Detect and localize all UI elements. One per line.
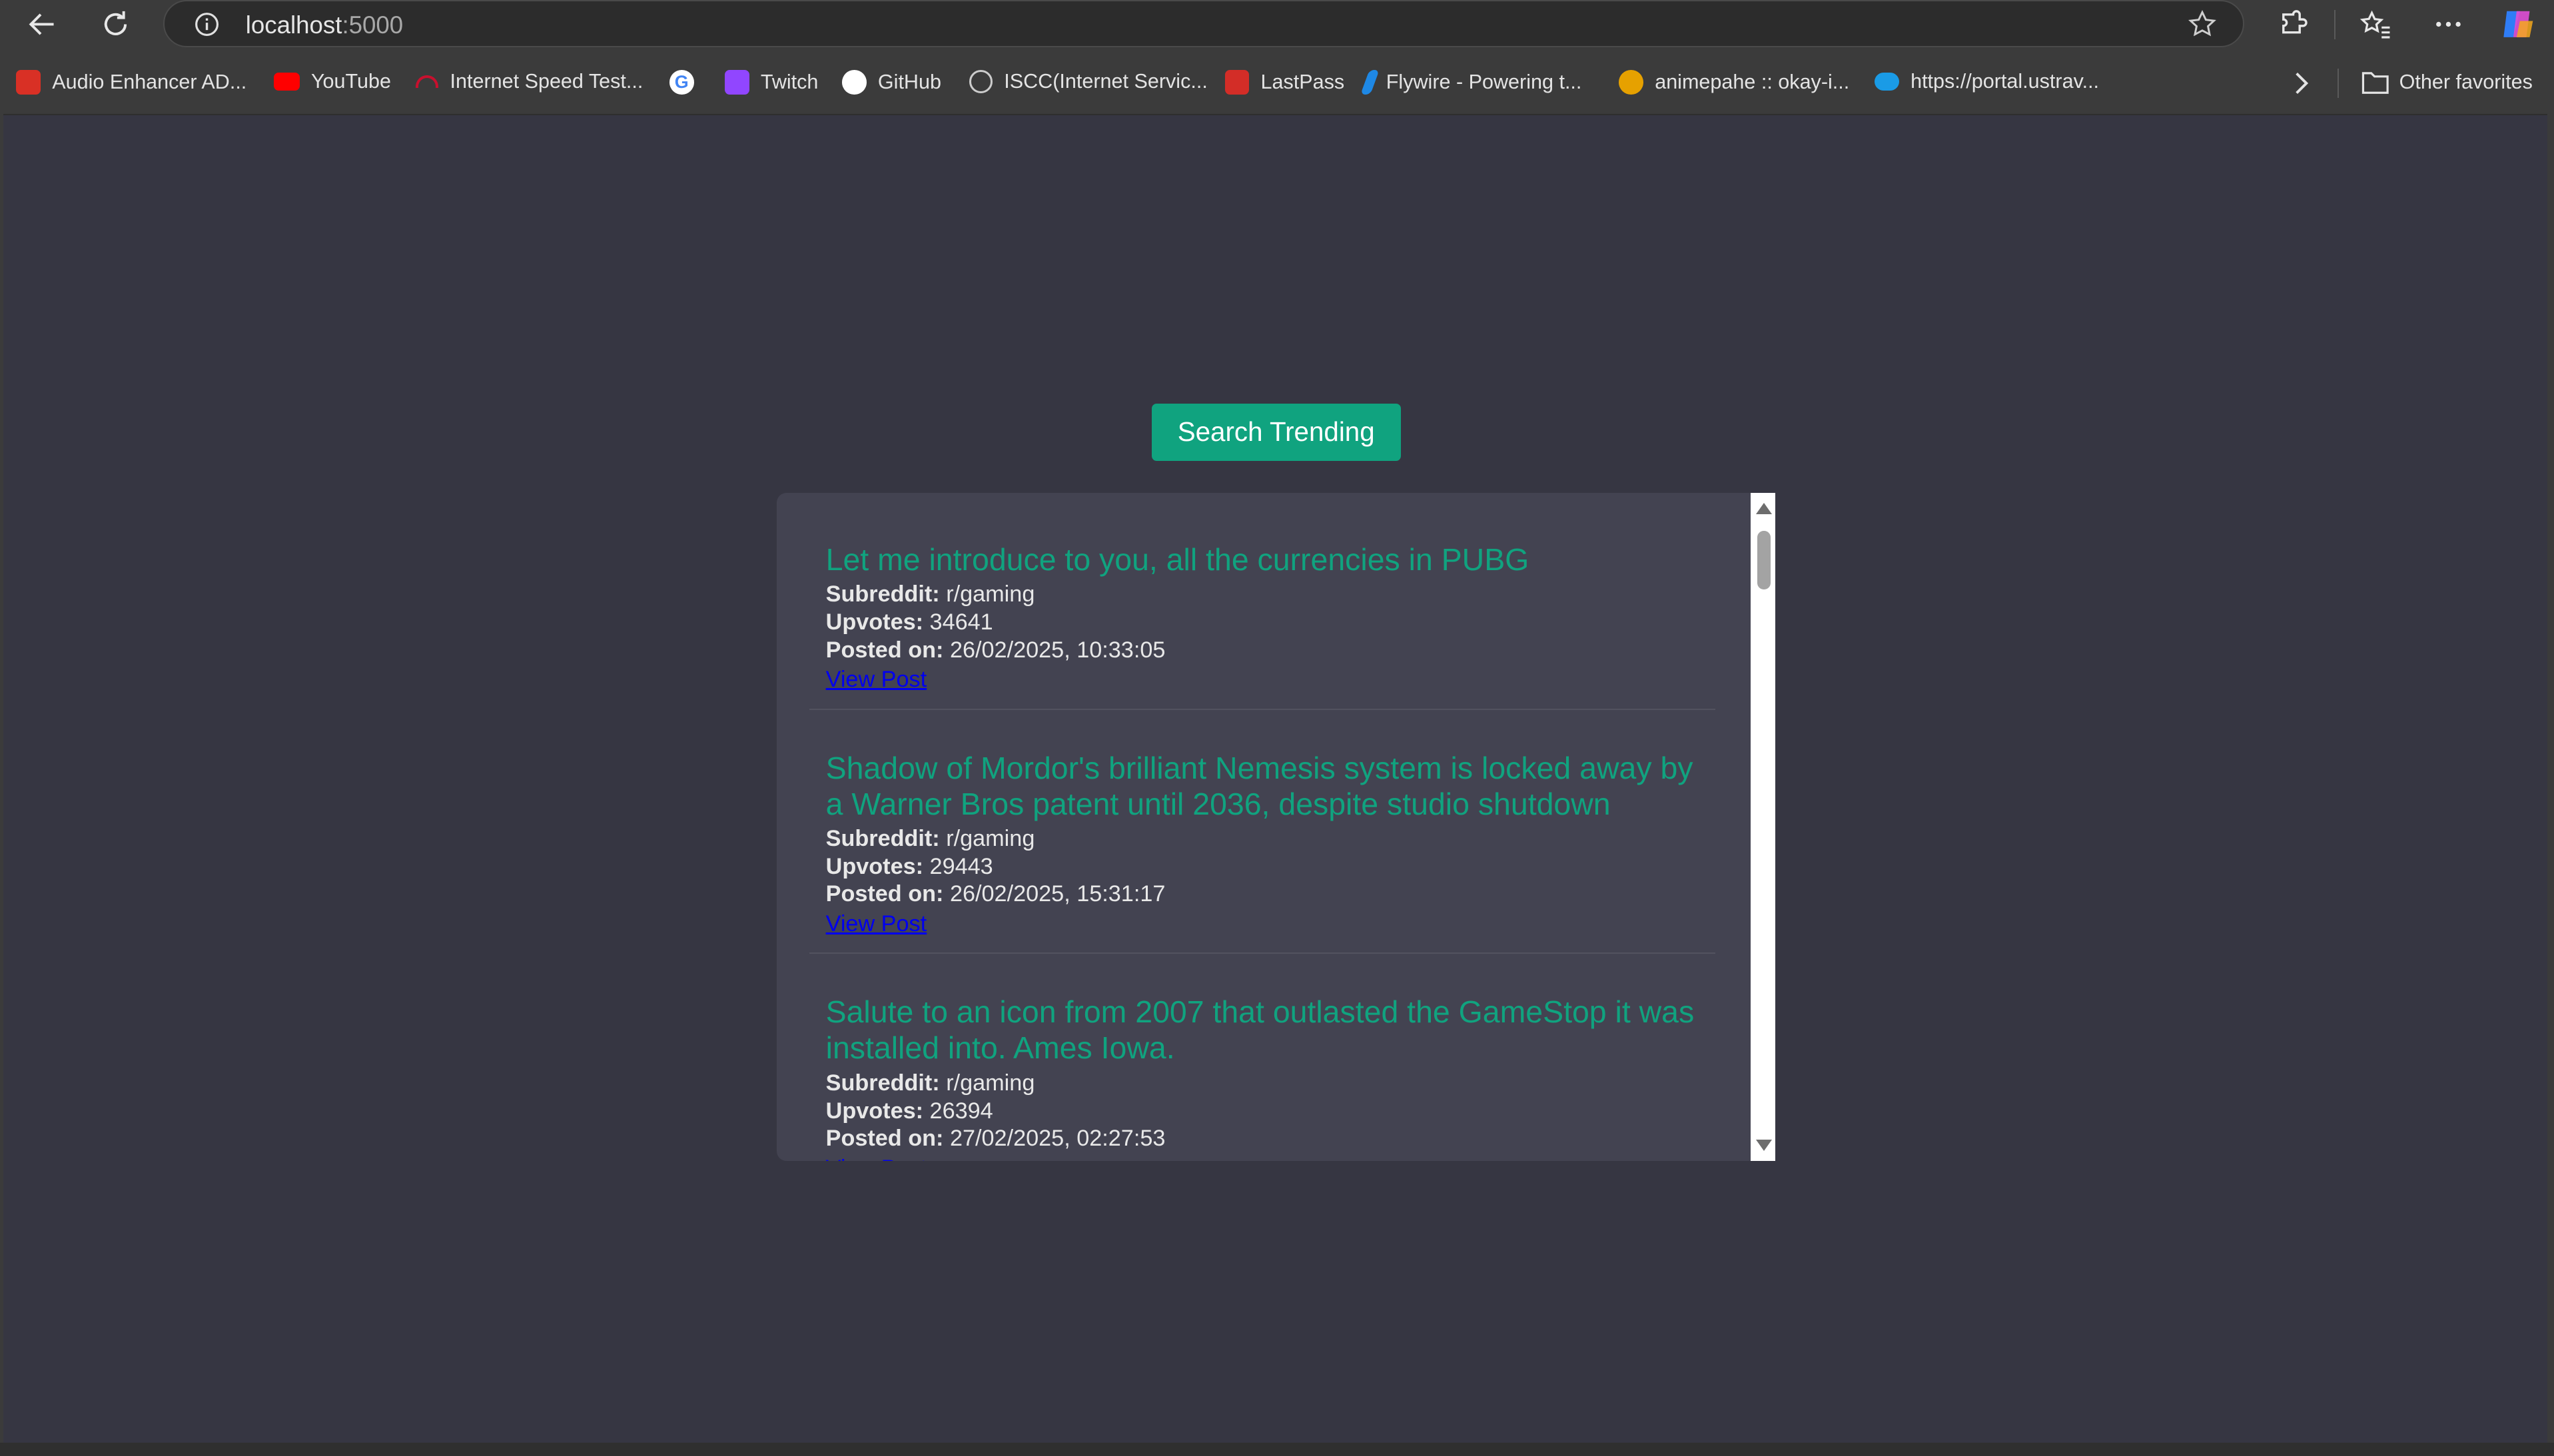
page-viewport: Search Trending Let me introduce to you,… [3, 114, 2548, 1445]
post-upvotes: Upvotes: 34641 [826, 609, 1699, 637]
favorites-icon[interactable] [2352, 3, 2397, 46]
bookmark-speed-test[interactable]: Internet Speed Test... [415, 70, 643, 93]
view-post-link[interactable]: View Post [826, 910, 927, 938]
posted-on-label: Posted on: [825, 637, 944, 663]
url-port: :5000 [342, 11, 404, 39]
post-subreddit: Subreddit: r/gaming [826, 825, 1699, 853]
youtube-icon [273, 73, 300, 91]
bookmark-google[interactable]: G [669, 70, 705, 95]
window-bottom-edge [0, 1443, 2554, 1456]
posted-on-value: 26/02/2025, 10:33:05 [949, 637, 1166, 663]
bookmarks-bar: Audio Enhancer AD... YouTube Internet Sp… [0, 62, 2554, 105]
post-upvotes: Upvotes: 29443 [826, 853, 1699, 881]
url-text: localhost:5000 [246, 11, 403, 39]
url-host: localhost [245, 11, 342, 39]
back-icon[interactable] [19, 3, 65, 46]
post-subreddit: Subreddit: r/gaming [826, 1070, 1699, 1098]
favorite-star-icon[interactable] [2188, 9, 2217, 39]
results-panel[interactable]: Let me introduce to you, all the currenc… [777, 493, 1774, 1161]
posted-on-value: 27/02/2025, 02:27:53 [949, 1126, 1166, 1152]
post-item: Let me introduce to you, all the currenc… [809, 542, 1715, 710]
post-item: Shadow of Mordor's brilliant Nemesis sys… [809, 751, 1715, 954]
view-post-link[interactable]: View Post [826, 666, 927, 694]
subreddit-value: r/gaming [946, 581, 1035, 607]
bookmark-animepahe[interactable]: animepahe :: okay-i... [1619, 70, 1849, 95]
more-menu-icon[interactable] [2425, 3, 2471, 46]
subreddit-value: r/gaming [946, 826, 1035, 852]
post-date: Posted on: 26/02/2025, 15:31:17 [826, 881, 1699, 909]
google-icon: G [669, 70, 694, 95]
site-info-icon[interactable] [194, 11, 220, 37]
subreddit-label: Subreddit: [825, 1070, 940, 1096]
upvotes-value: 26394 [929, 1098, 993, 1124]
results-scrollbar[interactable] [1751, 493, 1776, 1161]
lastpass-icon [1224, 70, 1250, 95]
bookmark-label: GitHub [877, 70, 941, 93]
extensions-icon[interactable] [2270, 3, 2316, 46]
bookmark-flywire[interactable]: Flywire - Powering t... [1360, 70, 1582, 95]
scroll-up-arrow-icon[interactable] [1755, 503, 1772, 515]
post-title: Shadow of Mordor's brilliant Nemesis sys… [825, 750, 1693, 821]
globe-icon [969, 70, 993, 94]
subreddit-value: r/gaming [946, 1070, 1035, 1096]
audio-enhancer-icon [16, 70, 41, 95]
view-post-link[interactable]: View Post [826, 1155, 927, 1161]
bookmark-label: animepahe :: okay-i... [1655, 70, 1850, 93]
bookmark-label: https://portal.ustrav... [1911, 70, 2100, 93]
chevron-right-icon[interactable] [2287, 69, 2316, 98]
posted-on-value: 26/02/2025, 15:31:17 [949, 881, 1166, 907]
copilot-icon[interactable] [2495, 3, 2541, 46]
bookmark-github[interactable]: GitHub [842, 70, 941, 95]
post-item: Salute to an icon from 2007 that outlast… [809, 994, 1715, 1160]
bookmark-twitch[interactable]: Twitch [725, 70, 818, 95]
upvotes-label: Upvotes: [825, 1098, 924, 1124]
search-trending-button[interactable]: Search Trending [1151, 403, 1401, 461]
animepahe-icon [1619, 70, 1644, 95]
subreddit-label: Subreddit: [825, 826, 940, 852]
other-favorites-label: Other favorites [2399, 70, 2533, 93]
bookmark-ustrav-portal[interactable]: https://portal.ustrav... [1875, 70, 2099, 93]
posted-on-label: Posted on: [825, 1126, 944, 1152]
scrollbar-thumb[interactable] [1757, 530, 1771, 589]
post-upvotes: Upvotes: 26394 [826, 1098, 1699, 1126]
post-date: Posted on: 26/02/2025, 10:33:05 [826, 637, 1699, 665]
bookmark-label: YouTube [310, 70, 392, 93]
other-favorites[interactable]: Other favorites [2361, 70, 2533, 95]
browser-toolbar: localhost:5000 [0, 0, 2554, 49]
address-bar[interactable]: localhost:5000 [163, 0, 2245, 47]
upvotes-label: Upvotes: [825, 853, 924, 879]
bookmark-label: Twitch [760, 70, 819, 93]
bookmark-label: LastPass [1260, 70, 1345, 93]
toolbar-divider [2334, 9, 2336, 39]
bookmark-label: Flywire - Powering t... [1386, 70, 1582, 93]
cloud-icon [1875, 73, 1899, 91]
refresh-icon[interactable] [93, 3, 138, 46]
post-title: Let me introduce to you, all the currenc… [825, 542, 1529, 577]
bookmarks-divider [2337, 68, 2340, 98]
subreddit-label: Subreddit: [825, 581, 940, 607]
upvotes-value: 29443 [929, 853, 993, 879]
upvotes-label: Upvotes: [825, 609, 924, 635]
bookmark-youtube[interactable]: YouTube [273, 70, 392, 93]
scroll-down-arrow-icon[interactable] [1755, 1140, 1772, 1152]
post-date: Posted on: 27/02/2025, 02:27:53 [826, 1125, 1699, 1153]
flywire-icon [1360, 70, 1380, 95]
upvotes-value: 34641 [929, 609, 993, 635]
post-subreddit: Subreddit: r/gaming [826, 581, 1699, 609]
post-title: Salute to an icon from 2007 that outlast… [825, 994, 1695, 1066]
bookmark-iscc[interactable]: ISCC(Internet Servic... [969, 70, 1208, 94]
github-icon [842, 70, 867, 95]
bookmark-label: ISCC(Internet Servic... [1004, 70, 1208, 93]
bookmark-label: Internet Speed Test... [450, 70, 643, 93]
speedometer-icon [415, 75, 439, 88]
posted-on-label: Posted on: [825, 881, 944, 907]
folder-icon [2362, 72, 2389, 94]
twitch-icon [725, 70, 749, 95]
bookmark-lastpass[interactable]: LastPass [1224, 70, 1345, 95]
bookmark-audio-enhancer[interactable]: Audio Enhancer AD... [16, 70, 246, 95]
bookmark-label: Audio Enhancer AD... [52, 70, 247, 93]
